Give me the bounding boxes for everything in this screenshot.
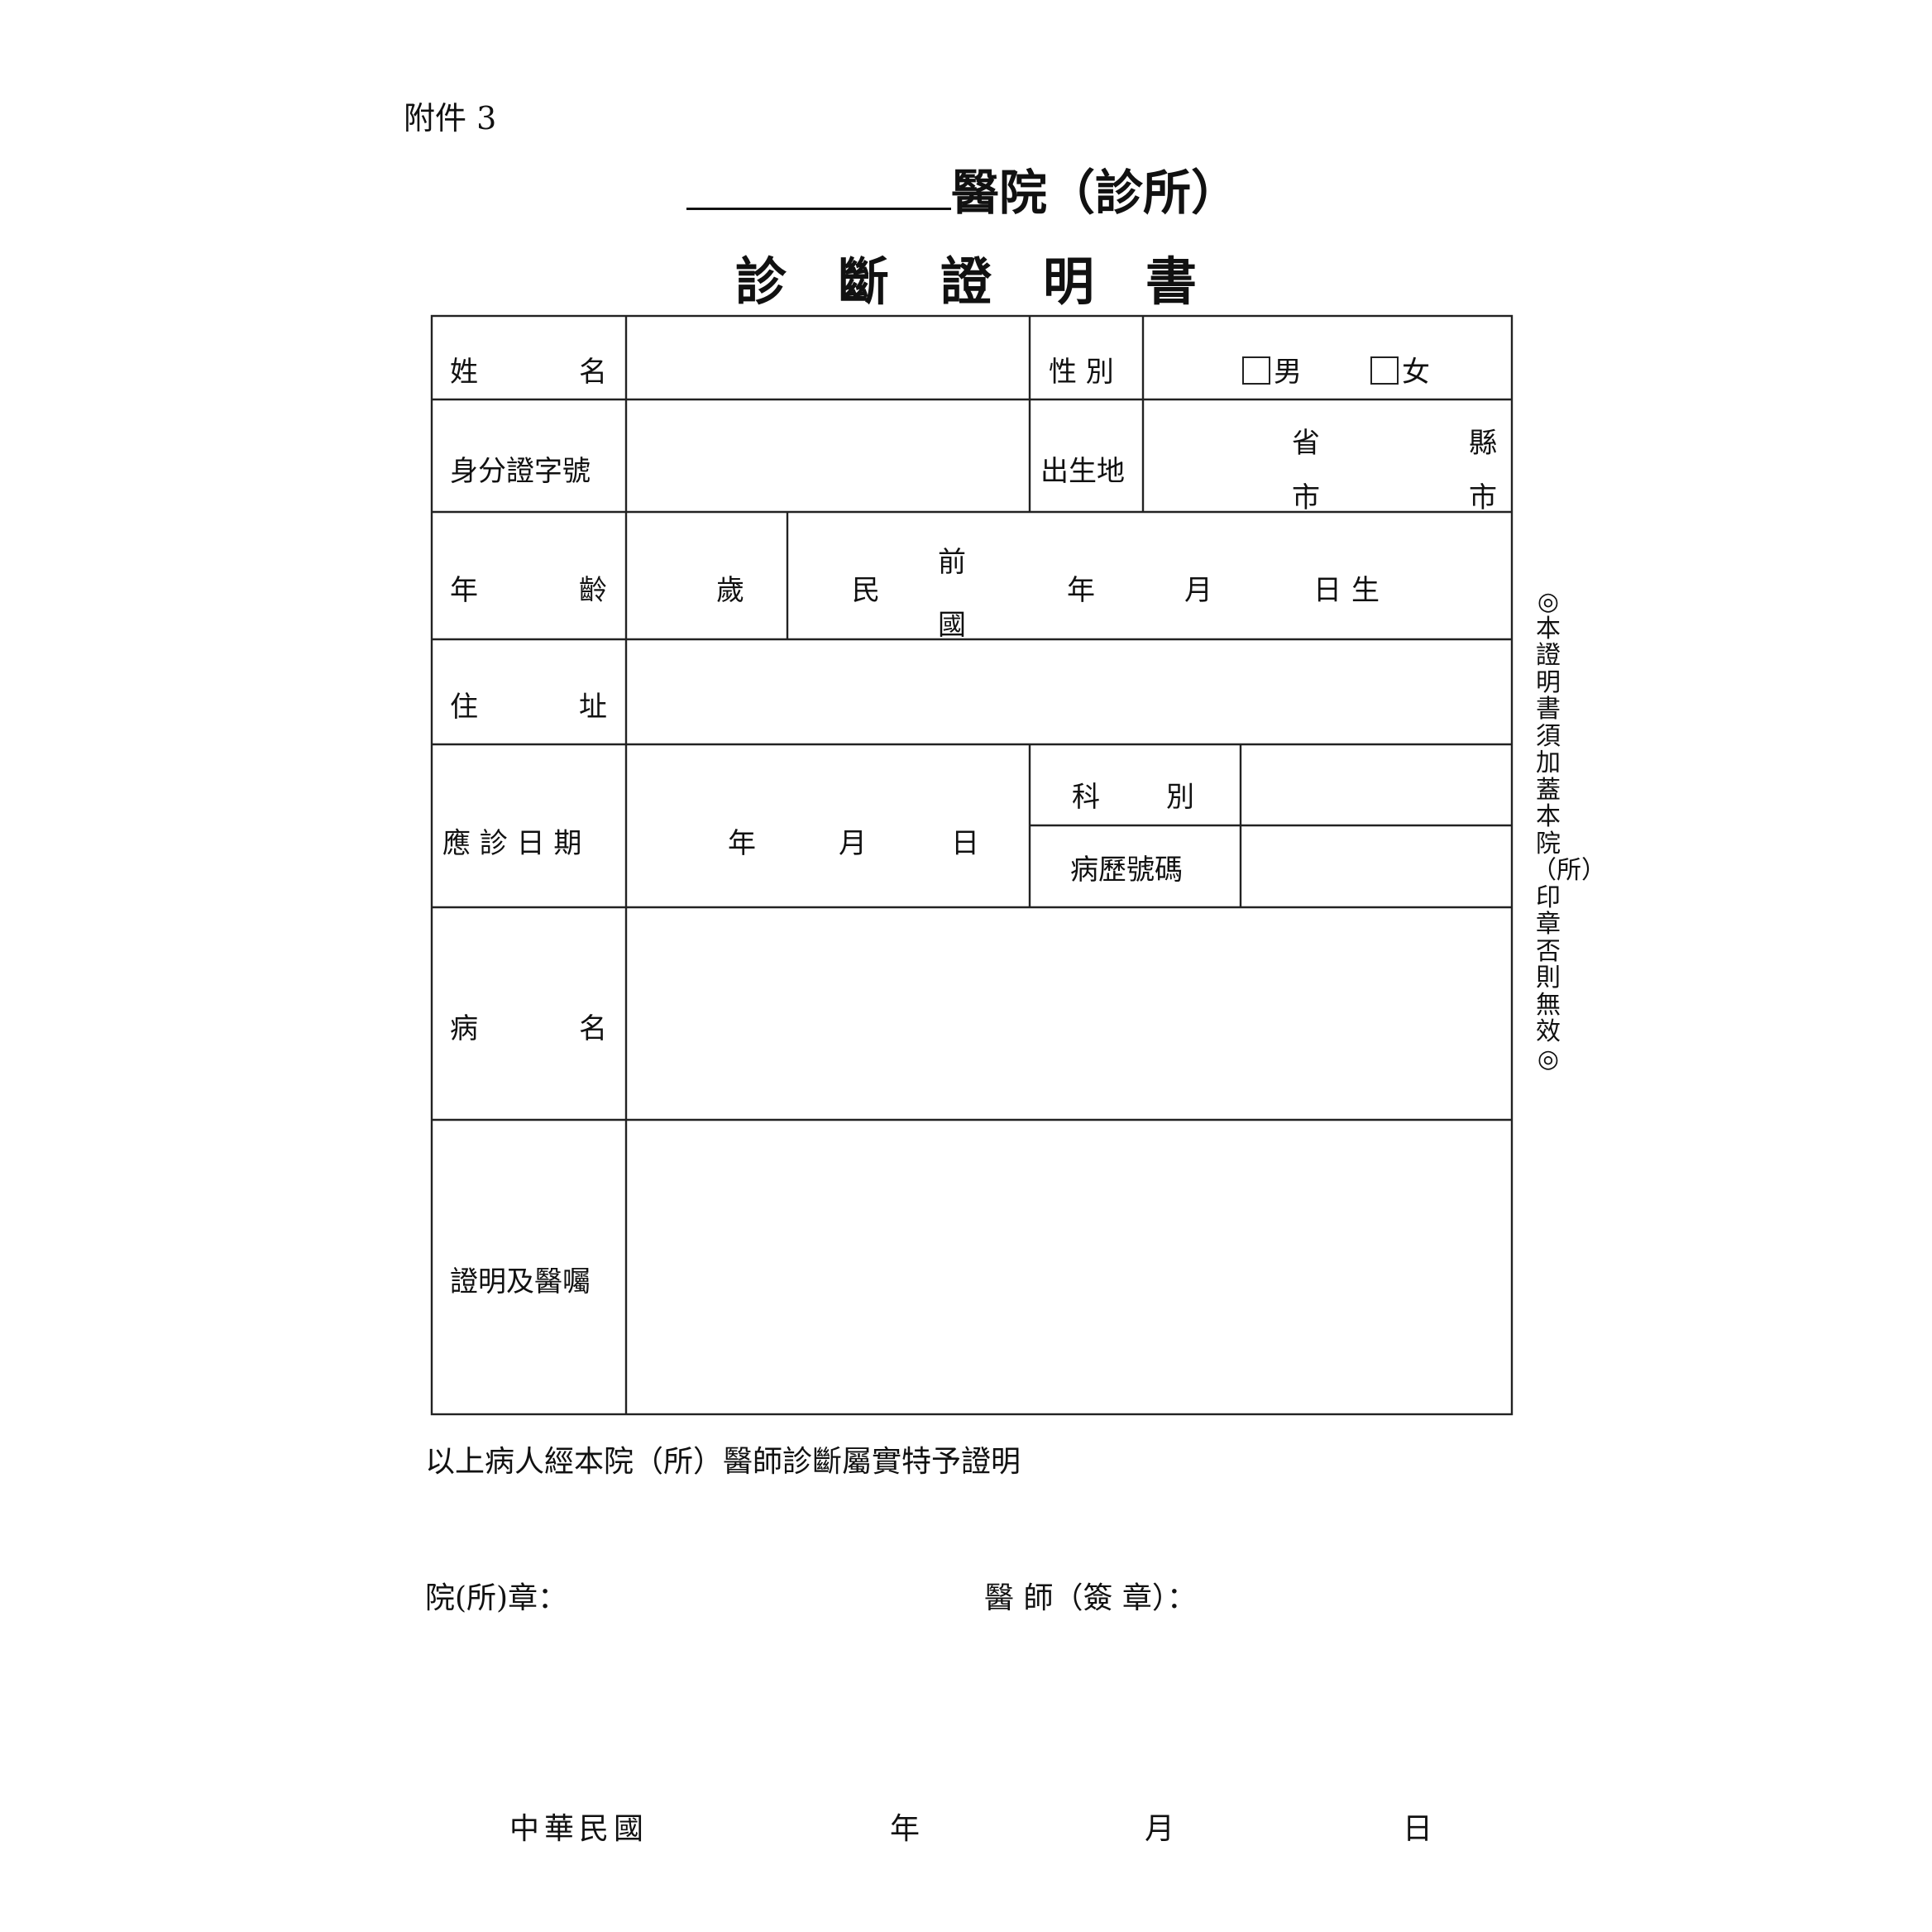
certificate-advice-label: 證明及醫囑 <box>450 1265 591 1298</box>
city-label-b: 市 <box>1469 481 1497 514</box>
age-label-a: 年 <box>450 574 478 607</box>
female-checkbox[interactable] <box>1370 356 1399 385</box>
name-label-a: 姓 <box>450 356 478 389</box>
male-label: 男 <box>1274 356 1302 389</box>
name-label-b: 名 <box>579 356 607 389</box>
era-guo: 國 <box>938 609 966 642</box>
visit-day-label: 日 <box>951 827 979 860</box>
address-label-a: 住 <box>450 691 478 724</box>
era-min: 民 <box>852 574 880 607</box>
date-day-label: 日 <box>1403 1812 1433 1846</box>
birth-month-label: 月 <box>1184 574 1212 607</box>
age-unit: 歲 <box>716 574 744 607</box>
hospital-seal-label: 院(所)章： <box>425 1581 568 1615</box>
birth-day-label: 日 <box>1313 574 1341 607</box>
doctor-signature-label: 醫 師（簽 章）： <box>984 1581 1197 1615</box>
address-label-b: 址 <box>579 691 607 724</box>
male-checkbox[interactable] <box>1242 356 1270 385</box>
era-qian: 前 <box>938 546 966 579</box>
date-year-label: 年 <box>890 1812 921 1846</box>
gender-male-option[interactable]: 男 <box>1242 349 1302 390</box>
city-label-a: 市 <box>1292 481 1320 514</box>
medical-record-label: 病歷號碼 <box>1070 854 1183 887</box>
date-month-label: 月 <box>1145 1812 1175 1846</box>
birth-year-label: 年 <box>1067 574 1095 607</box>
visit-date-label: 應 診 日 期 <box>442 827 582 860</box>
female-label: 女 <box>1402 356 1430 389</box>
birth-born-label: 生 <box>1351 574 1380 607</box>
province-label: 省 <box>1292 427 1320 460</box>
department-label-a: 科 <box>1072 781 1100 814</box>
age-label-b: 齡 <box>579 574 607 607</box>
visit-year-label: 年 <box>728 827 756 860</box>
department-label-b: 別 <box>1166 781 1194 814</box>
stamp-requirement-note: ◎本證明書須加蓋本院（所）印章否則無效◎ <box>1532 587 1606 1074</box>
disease-label-a: 病 <box>450 1012 478 1045</box>
disease-label-b: 名 <box>579 1012 607 1045</box>
gender-label: 性 別 <box>1049 356 1114 389</box>
certification-statement: 以上病人經本院（所）醫師診斷屬實特予證明 <box>425 1445 1021 1479</box>
birthplace-label: 出生地 <box>1040 455 1125 488</box>
form-grid <box>430 314 1514 1416</box>
visit-month-label: 月 <box>839 827 867 860</box>
county-label: 縣 <box>1469 427 1497 460</box>
date-era-label: 中華民國 <box>509 1812 649 1846</box>
id-number-label: 身分證字號 <box>450 455 591 488</box>
gender-female-option[interactable]: 女 <box>1370 349 1430 390</box>
